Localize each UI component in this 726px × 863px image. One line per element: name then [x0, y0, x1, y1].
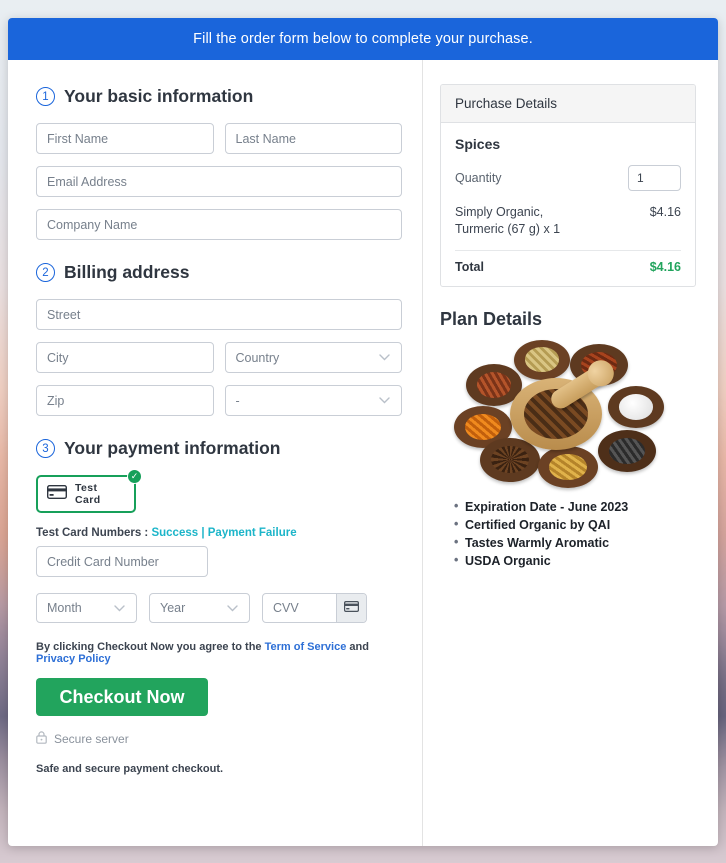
terms-text: By clicking Checkout Now you agree to th… — [36, 641, 402, 665]
quantity-row: Quantity 1 — [455, 165, 681, 191]
bowl-cardamom — [514, 339, 570, 380]
check-circle-icon: ✓ — [127, 469, 142, 484]
checkout-card: Fill the order form below to complete yo… — [8, 18, 718, 846]
line-item-name: Simply Organic, Turmeric (67 g) x 1 — [455, 205, 561, 236]
terms-of-service-link[interactable]: Term of Service — [265, 641, 347, 653]
step-1-title: Your basic information — [64, 86, 254, 106]
month-select[interactable]: Month — [36, 593, 137, 623]
state-select[interactable]: - — [224, 385, 402, 416]
street-input[interactable]: Street — [36, 299, 402, 330]
cvv-input[interactable]: CVV — [263, 594, 336, 622]
step-3-header: 3 Your payment information — [36, 438, 402, 459]
quantity-input[interactable]: 1 — [628, 165, 681, 191]
test-card-option[interactable]: Test Card ✓ — [36, 469, 142, 513]
city-input[interactable]: City — [36, 342, 214, 373]
total-amount: $4.16 — [649, 259, 681, 274]
email-row: Email Address — [36, 166, 402, 197]
chevron-down-icon — [379, 354, 390, 361]
year-select[interactable]: Year — [149, 593, 250, 623]
safe-checkout-note: Safe and secure payment checkout. — [36, 763, 224, 775]
terms-prefix: By clicking Checkout Now you agree to th… — [36, 641, 265, 653]
first-name-input[interactable]: First Name — [36, 123, 214, 154]
bowl-yellow-spice — [538, 445, 598, 488]
email-input[interactable]: Email Address — [36, 166, 402, 197]
plan-details-title: Plan Details — [440, 308, 543, 329]
lock-icon — [36, 731, 47, 747]
credit-card-number-input[interactable]: Credit Card Number — [36, 546, 208, 577]
cvv-field-group: CVV — [262, 593, 367, 623]
step-2-number: 2 — [36, 263, 55, 282]
secure-server-note: Secure server — [36, 731, 402, 747]
test-card-label: Test Card — [75, 482, 101, 506]
list-item: Tastes Warmly Aromatic — [454, 535, 696, 550]
list-item: Expiration Date - June 2023 — [454, 499, 696, 514]
chevron-down-icon — [227, 604, 238, 612]
bowl-salt — [608, 385, 664, 428]
line-item-price: $4.16 — [649, 205, 681, 219]
form-column: 1 Your basic information First Name Last… — [8, 60, 423, 846]
banner-message: Fill the order form below to complete yo… — [8, 18, 718, 60]
summary-column: Purchase Details Spices Quantity 1 Simpl… — [423, 60, 718, 846]
purchase-details-body: Spices Quantity 1 Simply Organic, Turmer… — [441, 123, 695, 286]
chevron-down-icon — [379, 397, 390, 404]
payment-failure-link[interactable]: Payment Failure — [208, 527, 297, 539]
city-country-row: City Country — [36, 342, 402, 373]
step-1-header: 1 Your basic information — [36, 86, 402, 107]
checkout-now-button[interactable]: Checkout Now — [36, 678, 208, 716]
company-row: Company Name — [36, 209, 402, 240]
step-3-number: 3 — [36, 439, 55, 458]
purchase-details-panel: Purchase Details Spices Quantity 1 Simpl… — [440, 84, 696, 287]
product-category-title: Spices — [455, 136, 501, 152]
total-row: Total $4.16 — [455, 260, 681, 274]
country-select-value: Country — [235, 350, 280, 365]
test-card-numbers-label: Test Card Numbers : — [36, 527, 152, 539]
state-select-value: - — [235, 393, 240, 408]
credit-card-row: Credit Card Number — [36, 546, 402, 577]
zip-input[interactable]: Zip — [36, 385, 214, 416]
street-row: Street — [36, 299, 402, 330]
purchase-details-header: Purchase Details — [441, 85, 695, 123]
list-item: USDA Organic — [454, 553, 696, 568]
quantity-label: Quantity — [455, 171, 502, 185]
year-select-value: Year — [160, 601, 186, 615]
total-label: Total — [455, 259, 484, 274]
plan-bullet-list: Expiration Date - June 2023 Certified Or… — [440, 499, 696, 568]
link-separator: | — [198, 527, 208, 539]
card-body: 1 Your basic information First Name Last… — [8, 60, 718, 846]
privacy-policy-link[interactable]: Privacy Policy — [36, 653, 111, 665]
expiry-cvv-row: Month Year CVV — [36, 593, 402, 623]
spice-bowls-photo — [452, 338, 680, 490]
bowl-black-seeds — [598, 429, 656, 472]
secure-server-label: Secure server — [54, 732, 129, 746]
step-2-header: 2 Billing address — [36, 262, 402, 283]
test-card-numbers-line: Test Card Numbers : Success | Payment Fa… — [36, 527, 402, 539]
last-name-input[interactable]: Last Name — [224, 123, 402, 154]
chevron-down-icon — [114, 604, 125, 612]
success-link[interactable]: Success — [151, 527, 198, 539]
month-select-value: Month — [47, 601, 82, 615]
company-input[interactable]: Company Name — [36, 209, 402, 240]
credit-card-icon — [344, 599, 360, 617]
country-select[interactable]: Country — [224, 342, 402, 373]
cvv-help-button[interactable] — [336, 594, 366, 622]
list-item: Certified Organic by QAI — [454, 517, 696, 532]
step-3-title: Your payment information — [64, 438, 281, 458]
zip-state-row: Zip - — [36, 385, 402, 416]
credit-card-icon — [46, 484, 68, 504]
step-2-title: Billing address — [64, 262, 190, 282]
line-item-row: Simply Organic, Turmeric (67 g) x 1 $4.1… — [455, 204, 681, 251]
step-1-number: 1 — [36, 87, 55, 106]
terms-mid: and — [346, 641, 369, 653]
name-row: First Name Last Name — [36, 123, 402, 154]
